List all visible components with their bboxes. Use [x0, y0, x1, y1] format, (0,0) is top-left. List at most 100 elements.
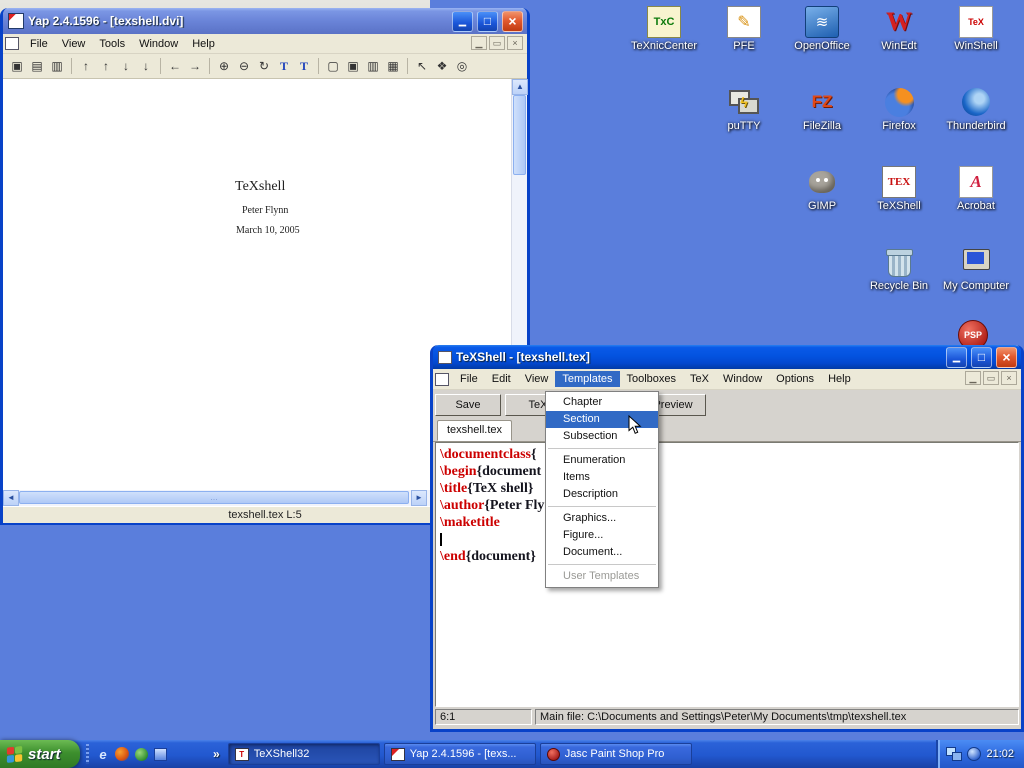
task-button-paintshoppro[interactable]: Jasc Paint Shop Pro	[540, 743, 692, 765]
continuous-view-icon[interactable]: ▥	[363, 57, 383, 76]
scroll-right-button[interactable]	[411, 490, 427, 506]
save-button[interactable]: Save	[435, 394, 501, 416]
menu-help[interactable]: Help	[185, 36, 222, 52]
desktop-icon-texniccenter[interactable]: TxC TeXnicCenter	[625, 6, 703, 52]
print-icon[interactable]: ▤	[27, 57, 47, 76]
menu-templates[interactable]: Templates	[555, 371, 619, 387]
menu-help[interactable]: Help	[821, 371, 858, 387]
menu-window[interactable]: Window	[716, 371, 769, 387]
quick-launch-icon[interactable]	[133, 746, 149, 762]
menu-edit[interactable]: Edit	[485, 371, 518, 387]
desktop-icon-mycomputer[interactable]: My Computer	[937, 246, 1015, 292]
mdi-restore-button[interactable]: ▭	[489, 36, 505, 50]
desktop-icon-texshell[interactable]: TEX TeXShell	[860, 166, 938, 212]
close-button[interactable]	[996, 347, 1017, 368]
desktop-icon-recyclebin[interactable]: Recycle Bin	[860, 246, 938, 292]
scroll-track[interactable]: …	[19, 490, 411, 506]
mdi-minimize-button[interactable]: ▁	[965, 371, 981, 385]
task-button-texshell[interactable]: T TeXShell32	[228, 743, 380, 765]
mdi-close-button[interactable]: ×	[1001, 371, 1017, 385]
two-page-view-icon[interactable]: ▣	[343, 57, 363, 76]
close-button[interactable]	[502, 11, 523, 32]
acrobat-icon: A	[959, 166, 993, 198]
firefox-icon	[882, 86, 916, 118]
menu-file[interactable]: File	[453, 371, 485, 387]
minimize-button[interactable]	[452, 11, 473, 32]
print-region-icon[interactable]: ▥	[47, 57, 67, 76]
system-tray: 21:02	[936, 740, 1024, 768]
desktop-icon-gimp[interactable]: GIMP	[783, 166, 861, 212]
tab-texshell-tex[interactable]: texshell.tex	[437, 420, 512, 441]
mouse-cursor	[628, 415, 642, 435]
quick-launch-icon[interactable]	[152, 746, 168, 762]
quick-launch-chevron[interactable]: »	[213, 747, 220, 761]
main-file-status: Main file: C:\Documents and Settings\Pet…	[535, 709, 1019, 725]
mdi-restore-button[interactable]: ▭	[983, 371, 999, 385]
desktop-icon-acrobat[interactable]: A Acrobat	[937, 166, 1015, 212]
last-page-icon[interactable]: ↓	[136, 57, 156, 76]
firefox-quick-icon[interactable]	[114, 746, 130, 762]
tab-bar: texshell.tex	[433, 420, 1021, 442]
maximize-button[interactable]	[971, 347, 992, 368]
font-render-icon[interactable]: T	[294, 57, 314, 76]
menu-window[interactable]: Window	[132, 36, 185, 52]
menu-view[interactable]: View	[55, 36, 93, 52]
menuitem-chapter[interactable]: Chapter	[546, 394, 658, 411]
refresh-icon[interactable]: ↻	[254, 57, 274, 76]
desktop-icon-firefox[interactable]: Firefox	[860, 86, 938, 132]
mdi-buttons: ▁ ▭ ×	[965, 371, 1017, 385]
scroll-thumb[interactable]	[513, 95, 526, 175]
texshell-titlebar[interactable]: TeXShell - [texshell.tex]	[433, 345, 1021, 369]
first-page-icon[interactable]: ↑	[76, 57, 96, 76]
open-icon[interactable]: ▣	[7, 57, 27, 76]
next-page-icon[interactable]: ↓	[116, 57, 136, 76]
internet-explorer-icon[interactable]: e	[95, 746, 111, 762]
prev-page-icon[interactable]: ↑	[96, 57, 116, 76]
back-icon[interactable]: ←	[165, 57, 185, 76]
desktop-icon-winshell[interactable]: TeX WinShell	[937, 6, 1015, 52]
menu-tex[interactable]: TeX	[683, 371, 716, 387]
desktop-icon-thunderbird[interactable]: Thunderbird	[937, 86, 1015, 132]
menuitem-enumeration[interactable]: Enumeration	[546, 452, 658, 469]
single-page-view-icon[interactable]: ▢	[323, 57, 343, 76]
network-tray-icon[interactable]	[946, 747, 962, 761]
menu-toolboxes[interactable]: Toolboxes	[620, 371, 684, 387]
menuitem-figure[interactable]: Figure...	[546, 527, 658, 544]
document-mini-icon	[435, 373, 449, 386]
minimize-button[interactable]	[946, 347, 967, 368]
menuitem-document[interactable]: Document...	[546, 544, 658, 561]
hand-tool-icon[interactable]: ❖	[432, 57, 452, 76]
toolbar-handle[interactable]	[86, 744, 89, 764]
code-editor[interactable]: \documentclass{ \begin{document \title{T…	[435, 442, 1019, 707]
zoom-out-icon[interactable]: ⊖	[234, 57, 254, 76]
mdi-minimize-button[interactable]: ▁	[471, 36, 487, 50]
desktop-icon-putty[interactable]: ϟ puTTY	[705, 86, 783, 132]
forward-icon[interactable]: →	[185, 57, 205, 76]
desktop-icon-openoffice[interactable]: ≋ OpenOffice	[783, 6, 861, 52]
zoom-in-icon[interactable]: ⊕	[214, 57, 234, 76]
scroll-thumb[interactable]: …	[19, 491, 409, 504]
maximize-button[interactable]	[477, 11, 498, 32]
mdi-close-button[interactable]: ×	[507, 36, 523, 50]
menu-options[interactable]: Options	[769, 371, 821, 387]
yap-titlebar[interactable]: Yap 2.4.1596 - [texshell.dvi]	[3, 8, 527, 34]
scroll-up-button[interactable]	[512, 79, 528, 95]
menuitem-graphics[interactable]: Graphics...	[546, 510, 658, 527]
desktop-icon-filezilla[interactable]: FZ FileZilla	[783, 86, 861, 132]
menu-file[interactable]: File	[23, 36, 55, 52]
mdi-buttons: ▁ ▭ ×	[471, 36, 523, 50]
start-button[interactable]: start	[0, 740, 80, 768]
pointer-tool-icon[interactable]: ↖	[412, 57, 432, 76]
menuitem-description[interactable]: Description	[546, 486, 658, 503]
tray-icon[interactable]	[967, 747, 981, 761]
menuitem-items[interactable]: Items	[546, 469, 658, 486]
menu-view[interactable]: View	[518, 371, 556, 387]
text-render-icon[interactable]: T	[274, 57, 294, 76]
menu-tools[interactable]: Tools	[92, 36, 132, 52]
desktop-icon-pfe[interactable]: ✎ PFE	[705, 6, 783, 52]
desktop-icon-winedt[interactable]: W WinEdt	[860, 6, 938, 52]
task-button-yap[interactable]: Yap 2.4.1596 - [texs...	[384, 743, 536, 765]
scroll-left-button[interactable]	[3, 490, 19, 506]
magnifier-tool-icon[interactable]: ◎	[452, 57, 472, 76]
grid-view-icon[interactable]: ▦	[383, 57, 403, 76]
